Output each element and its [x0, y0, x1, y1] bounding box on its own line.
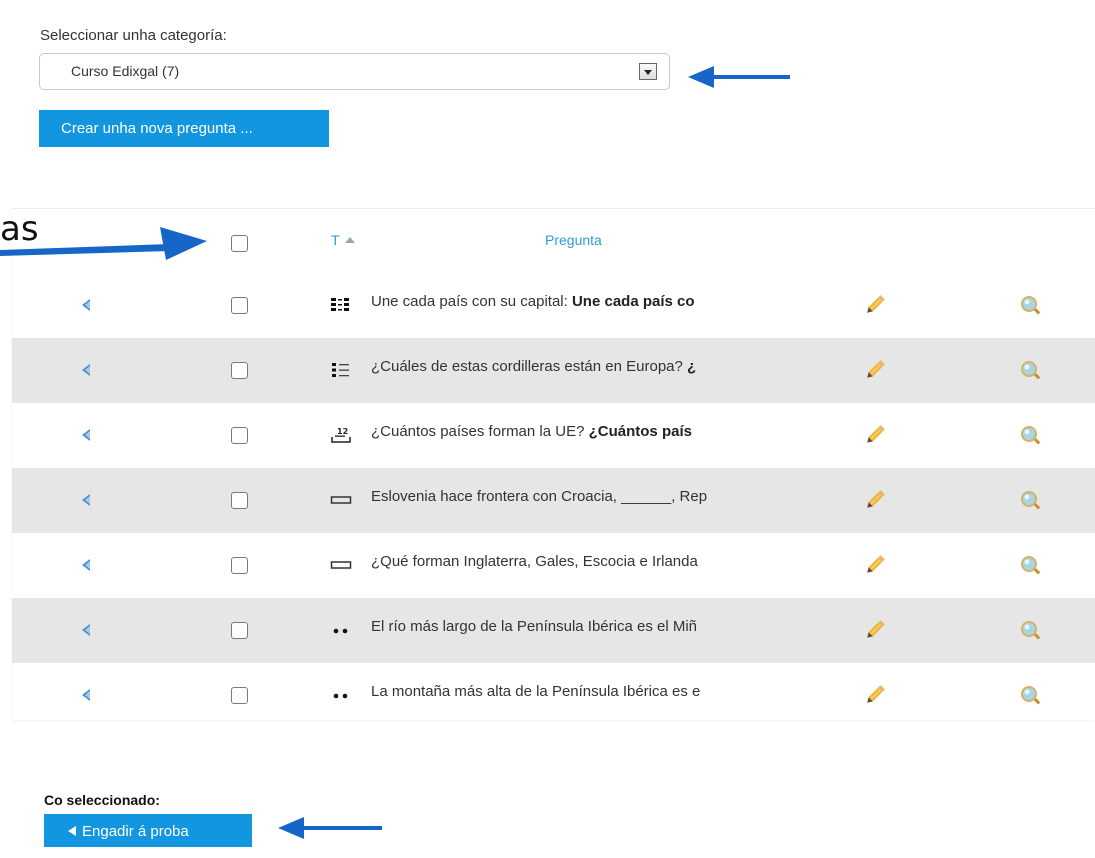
category-select[interactable]: Curso Edixgal (7) [39, 53, 670, 90]
question-text: El río más largo de la Península Ibérica… [371, 618, 697, 635]
edit-pencil-icon[interactable] [863, 683, 887, 707]
triangle-left-icon [68, 826, 76, 836]
table-row: ¿Qué forman Inglaterra, Gales, Escocia e… [12, 533, 1095, 598]
question-text: Eslovenia hace frontera con Croacia, ___… [371, 488, 708, 505]
column-question-header[interactable]: Pregunta [545, 232, 602, 248]
preview-magnifier-icon[interactable] [1019, 554, 1043, 578]
add-to-quiz-arrow-icon[interactable] [81, 558, 91, 572]
table-row: El río más largo de la Península Ibérica… [12, 598, 1095, 663]
row-checkbox[interactable] [231, 427, 248, 444]
question-text: ¿Cuántos países forman la UE? ¿Cuántos p… [371, 423, 692, 440]
row-checkbox[interactable] [231, 557, 248, 574]
edit-pencil-icon[interactable] [863, 488, 887, 512]
shortanswer-icon [330, 490, 352, 510]
table-row: ¿Cuáles de estas cordilleras están en Eu… [12, 338, 1095, 403]
annotation-arrow-select [688, 66, 790, 88]
row-checkbox[interactable] [231, 687, 248, 704]
preview-magnifier-icon[interactable] [1019, 684, 1043, 708]
question-text: La montaña más alta de la Península Ibér… [371, 683, 701, 700]
table-row: 12 ¿Cuántos países forman la UE? ¿Cuántos… [12, 403, 1095, 468]
add-to-quiz-arrow-icon[interactable] [81, 363, 91, 377]
question-text: ¿Cuáles de estas cordilleras están en Eu… [371, 358, 697, 375]
row-checkbox[interactable] [231, 362, 248, 379]
add-to-quiz-button[interactable]: Engadir á proba [44, 814, 252, 847]
truefalse-icon [330, 685, 352, 705]
table-row: Une cada país con su capital: Une cada p… [12, 273, 1095, 338]
chevron-down-icon[interactable] [639, 63, 657, 80]
edit-pencil-icon[interactable] [863, 618, 887, 642]
row-checkbox[interactable] [231, 492, 248, 509]
select-all-checkbox[interactable] [231, 235, 248, 252]
add-to-quiz-arrow-icon[interactable] [81, 493, 91, 507]
table-row: Eslovenia hace frontera con Croacia, ___… [12, 468, 1095, 533]
annotation-arrow-add [278, 817, 382, 839]
question-text: ¿Qué forman Inglaterra, Gales, Escocia e… [371, 553, 698, 570]
row-checkbox[interactable] [231, 297, 248, 314]
sort-asc-icon [344, 237, 355, 243]
row-checkbox[interactable] [231, 622, 248, 639]
with-selected-label: Co seleccionado: [44, 792, 160, 808]
preview-magnifier-icon[interactable] [1019, 424, 1043, 448]
add-to-quiz-arrow-icon[interactable] [81, 688, 91, 702]
preview-magnifier-icon[interactable] [1019, 489, 1043, 513]
numerical-icon: 12 [330, 425, 352, 445]
create-question-button[interactable]: Crear unha nova pregunta ... [39, 110, 329, 147]
preview-magnifier-icon[interactable] [1019, 359, 1043, 383]
edit-pencil-icon[interactable] [863, 423, 887, 447]
edit-pencil-icon[interactable] [863, 553, 887, 577]
edit-pencil-icon[interactable] [863, 358, 887, 382]
matching-icon [330, 295, 352, 315]
shortanswer-icon [330, 555, 352, 575]
add-to-quiz-arrow-icon[interactable] [81, 298, 91, 312]
column-type-header[interactable]: T [331, 232, 355, 248]
category-select-value: Curso Edixgal (7) [71, 63, 180, 79]
annotation-arrow-checkbox [0, 227, 207, 260]
questions-table: T Pregunta Une cada país con su capital:… [12, 208, 1095, 720]
preview-magnifier-icon[interactable] [1019, 619, 1043, 643]
add-to-quiz-arrow-icon[interactable] [81, 623, 91, 637]
question-text: Une cada país con su capital: Une cada p… [371, 293, 695, 310]
multichoice-icon [330, 360, 352, 380]
add-to-quiz-arrow-icon[interactable] [81, 428, 91, 442]
truefalse-icon [330, 620, 352, 640]
table-row: La montaña más alta de la Península Ibér… [12, 663, 1095, 728]
edit-pencil-icon[interactable] [863, 293, 887, 317]
svg-text:12: 12 [337, 427, 348, 436]
category-label: Seleccionar unha categoría: [40, 27, 227, 44]
preview-magnifier-icon[interactable] [1019, 294, 1043, 318]
